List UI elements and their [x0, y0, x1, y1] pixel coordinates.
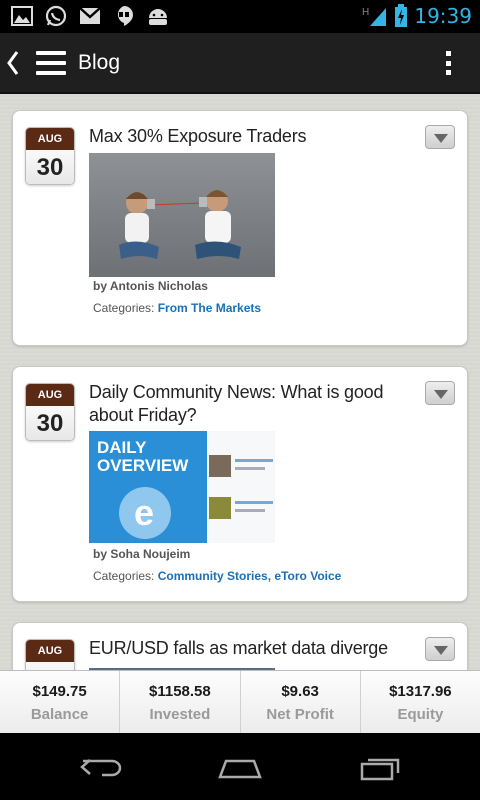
- post-title[interactable]: Max 30% Exposure Traders: [89, 125, 419, 148]
- date-badge: AUG 30: [25, 383, 75, 441]
- date-day: 30: [26, 150, 74, 184]
- category-link[interactable]: Community Stories: [158, 569, 268, 583]
- blog-post-card[interactable]: AUG 30 Max 30% Exposure Traders by Anton…: [12, 110, 468, 346]
- home-nav-icon[interactable]: [216, 755, 264, 781]
- image-text-line2: OVERVIEW: [97, 456, 189, 475]
- status-bar: H 19:39: [0, 0, 480, 33]
- date-day: [26, 662, 74, 670]
- category-link[interactable]: From The Markets: [158, 301, 261, 315]
- action-bar: Blog: [0, 33, 480, 94]
- stat-equity[interactable]: $1317.96 Equity: [361, 671, 480, 733]
- system-nav-bar: [0, 733, 480, 800]
- date-month: AUG: [26, 640, 74, 662]
- stat-label: Invested: [149, 706, 211, 723]
- stat-value: $9.63: [281, 683, 319, 700]
- post-options-dropdown[interactable]: [425, 381, 455, 405]
- post-title[interactable]: Daily Community News: What is good about…: [89, 381, 419, 427]
- battery-icon: [395, 4, 408, 27]
- categories-label: Categories:: [93, 569, 155, 583]
- stat-label: Balance: [30, 706, 89, 723]
- post-options-dropdown[interactable]: [425, 125, 455, 149]
- date-badge: AUG 30: [25, 127, 75, 185]
- post-image[interactable]: e DAILY OVERVIEW: [89, 431, 275, 543]
- whatsapp-icon: [44, 5, 68, 27]
- svg-text:e: e: [134, 492, 154, 533]
- blog-feed[interactable]: AUG 30 Max 30% Exposure Traders by Anton…: [0, 94, 480, 670]
- date-badge: AUG: [25, 639, 75, 670]
- date-day: 30: [26, 406, 74, 440]
- menu-icon[interactable]: [36, 51, 66, 75]
- android-icon: [146, 5, 170, 27]
- stat-value: $1158.58: [149, 683, 211, 700]
- post-options-dropdown[interactable]: [425, 637, 455, 661]
- signal-icon: H: [362, 7, 387, 26]
- categories-label: Categories:: [93, 301, 155, 315]
- post-author: by Soha Noujeim: [93, 547, 191, 561]
- recent-apps-nav-icon[interactable]: [358, 755, 406, 781]
- post-image[interactable]: [89, 153, 275, 277]
- stat-invested[interactable]: $1158.58 Invested: [120, 671, 241, 733]
- page-title: Blog: [78, 51, 121, 74]
- stat-value: $1317.96: [389, 683, 452, 700]
- stat-net-profit[interactable]: $9.63 Net Profit: [241, 671, 361, 733]
- blog-post-card[interactable]: AUG EUR/USD falls as market data diverge: [12, 622, 468, 670]
- gmail-icon: [78, 5, 102, 27]
- stat-balance[interactable]: $149.75 Balance: [0, 671, 121, 733]
- category-link[interactable]: eToro Voice: [274, 569, 341, 583]
- account-stats-bar: $149.75 Balance $1158.58 Invested $9.63 …: [0, 670, 480, 733]
- back-chevron-icon[interactable]: [6, 49, 20, 77]
- overflow-menu-icon[interactable]: [446, 51, 452, 75]
- post-categories: Categories: From The Markets: [93, 301, 261, 315]
- post-author: by Antonis Nicholas: [93, 279, 208, 293]
- image-text-line1: DAILY: [97, 438, 147, 457]
- stat-label: Equity: [397, 706, 444, 723]
- date-month: AUG: [26, 384, 74, 406]
- stat-value: $149.75: [32, 683, 87, 700]
- clock: 19:39: [414, 4, 472, 28]
- hangouts-icon: [112, 5, 136, 27]
- date-month: AUG: [26, 128, 74, 150]
- stat-label: Net Profit: [266, 706, 334, 723]
- post-categories: Categories: Community Stories, eToro Voi…: [93, 569, 342, 583]
- svg-text:H: H: [362, 7, 369, 18]
- gallery-icon: [10, 5, 34, 27]
- post-title[interactable]: EUR/USD falls as market data diverge: [89, 637, 419, 660]
- back-nav-icon[interactable]: [78, 755, 126, 781]
- blog-post-card[interactable]: AUG 30 Daily Community News: What is goo…: [12, 366, 468, 602]
